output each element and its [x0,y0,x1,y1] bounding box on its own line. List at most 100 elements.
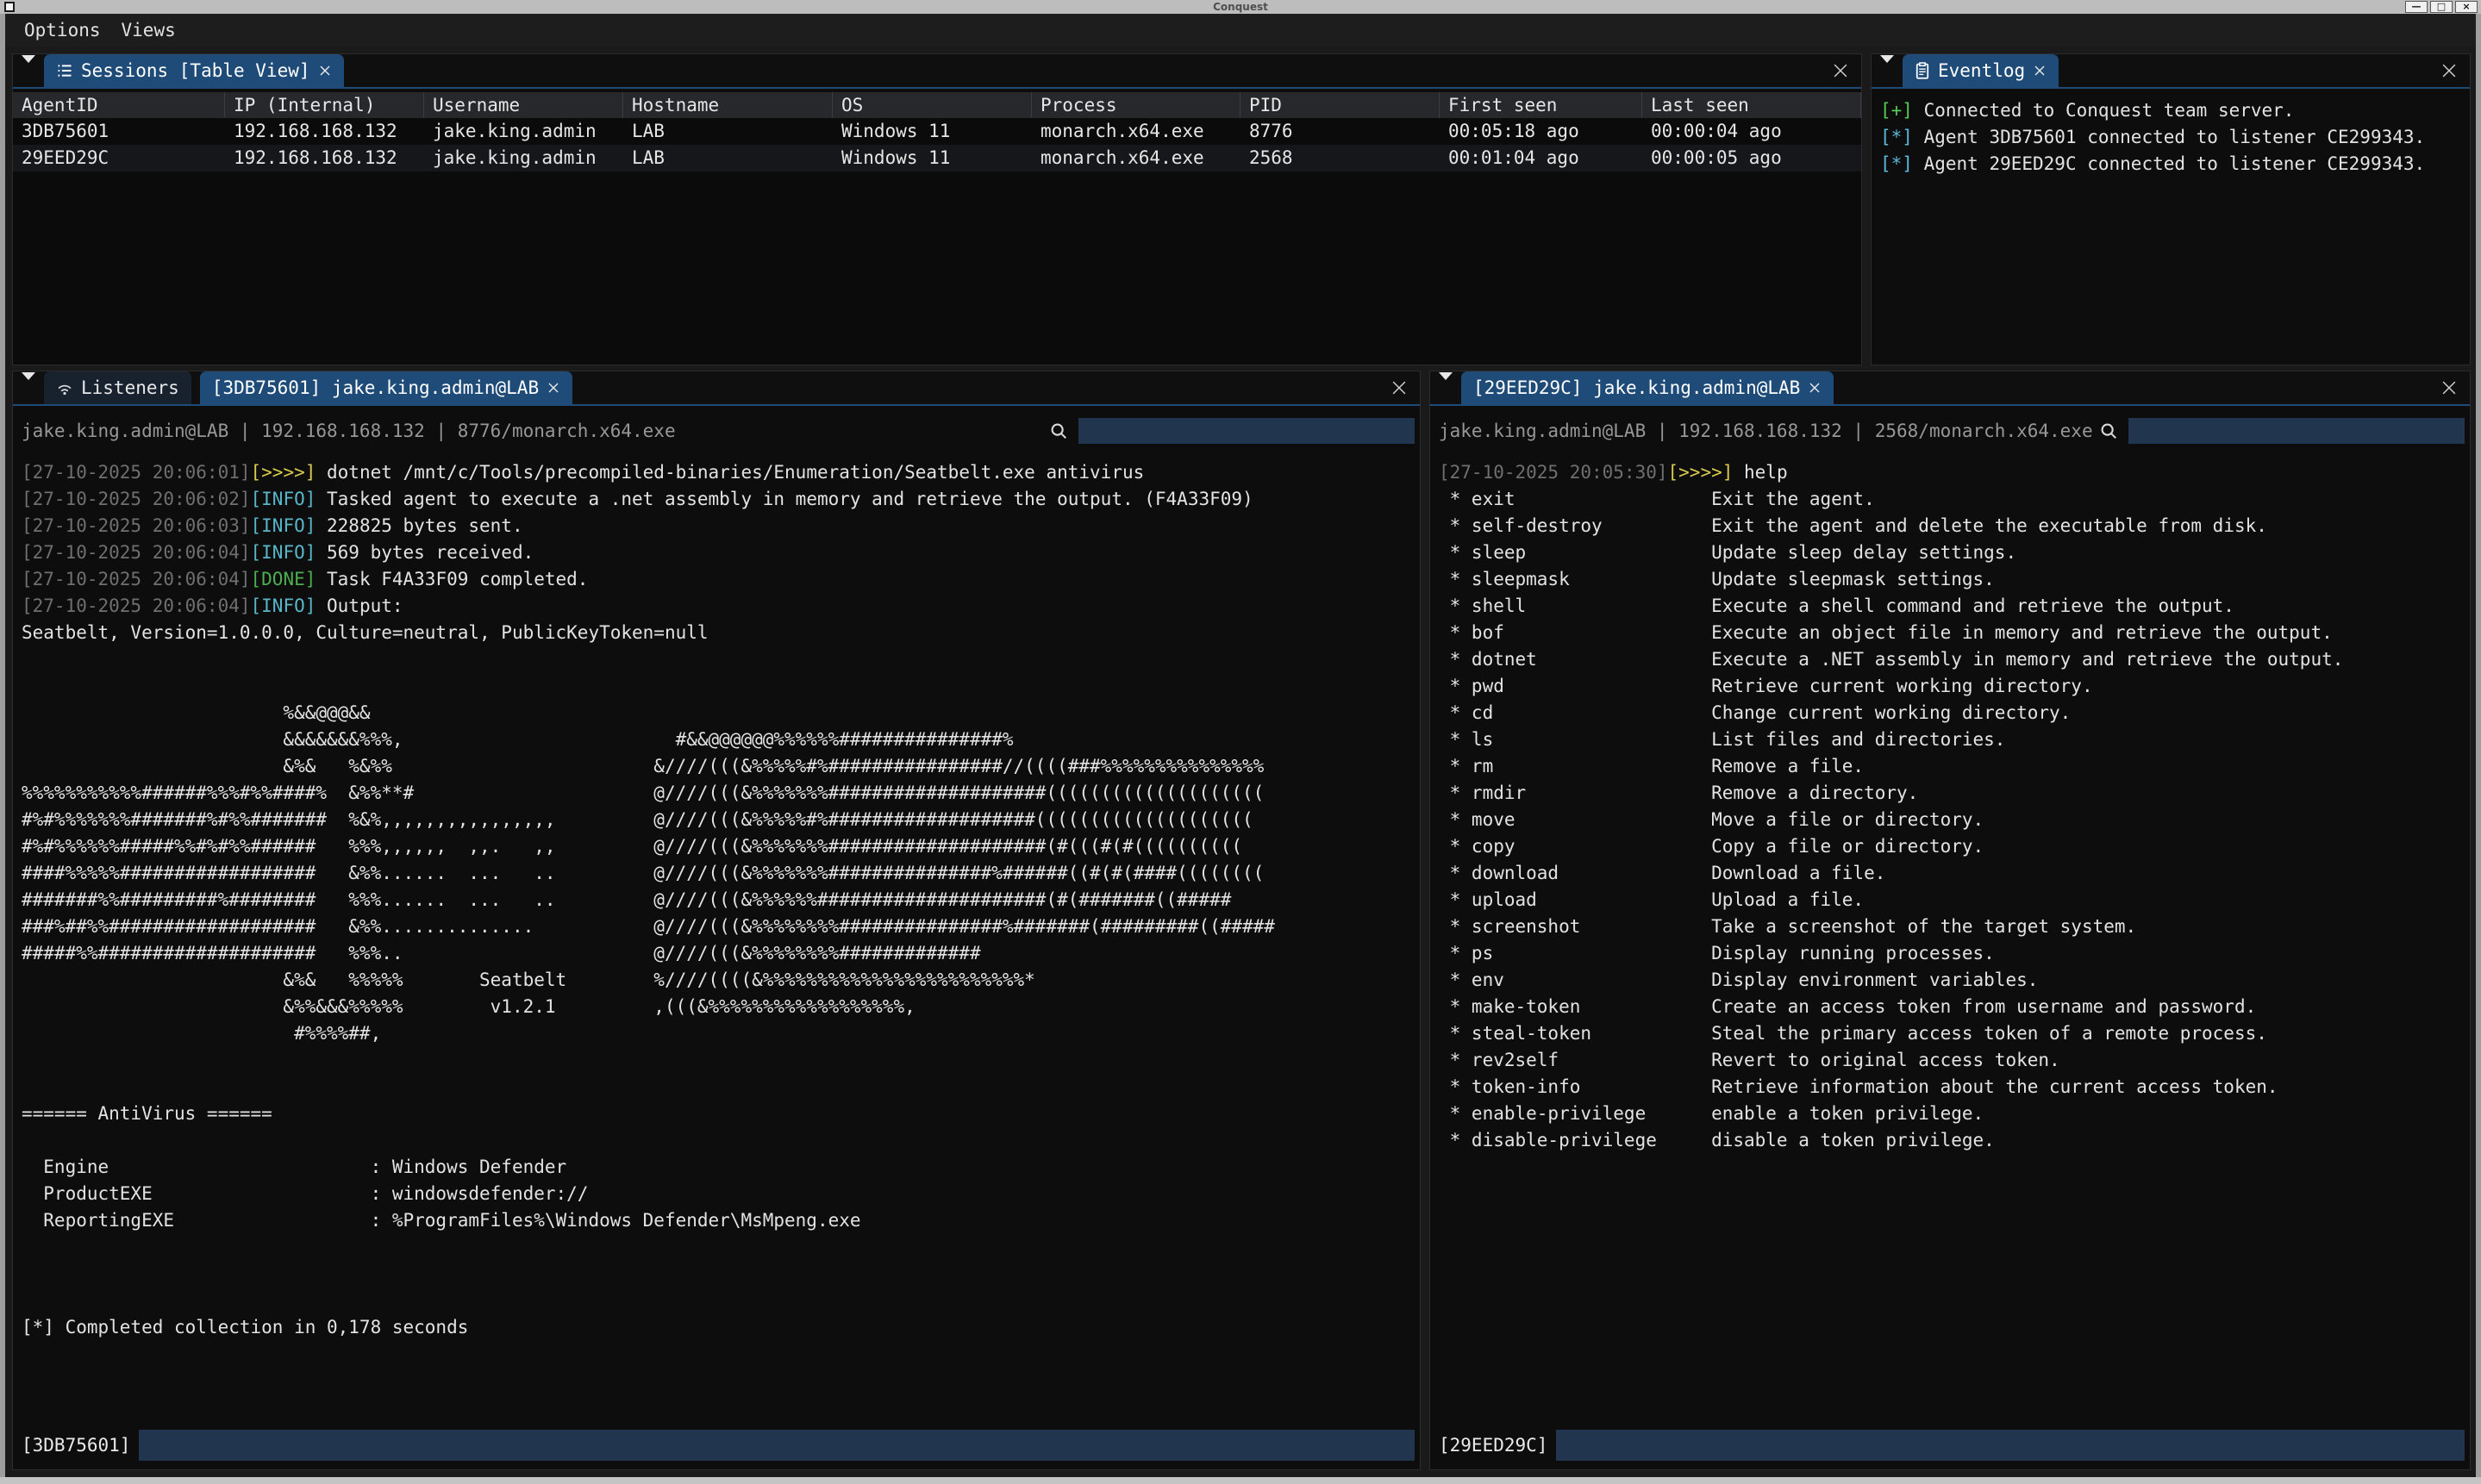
tab-sessions-table-view[interactable]: Sessions [Table View] [44,54,344,87]
table-cell: Windows 11 [833,118,1032,145]
table-row[interactable]: 3DB75601192.168.168.132jake.king.adminLA… [13,118,1861,145]
console-right-tabbar: [29EED29C] jake.king.admin@LAB [1430,371,2470,406]
table-cell: monarch.x64.exe [1032,118,1240,145]
panel-close-button[interactable] [2440,371,2458,404]
terminal-line [22,1074,1420,1101]
terminal-line: ReportingEXE : %ProgramFiles%\Windows De… [22,1207,1420,1234]
tab-agent-29eed29c[interactable]: [29EED29C] jake.king.admin@LAB [1461,371,1834,404]
table-header-cell[interactable]: Hostname [623,92,833,118]
panel-dropdown-button[interactable] [13,371,44,404]
prompt-label: [29EED29C] [1439,1435,1547,1456]
panel-close-button[interactable] [1390,371,1408,404]
prompt-label: [3DB75601] [22,1435,130,1456]
table-row[interactable]: 29EED29C192.168.168.132jake.king.adminLA… [13,145,1861,171]
panel-dropdown-button[interactable] [1872,54,1903,87]
terminal-line: ====== AntiVirus ====== [22,1101,1420,1127]
table-cell: 29EED29C [13,145,225,171]
terminal-line [22,1288,1420,1314]
table-cell: jake.king.admin [424,145,623,171]
tab-close-icon[interactable] [547,381,560,395]
command-input-row: [3DB75601] [13,1426,1420,1464]
terminal-line: * download Download a file. [1439,860,2470,887]
menu-item-options[interactable]: Options [24,20,101,41]
terminal-line: * sleep Update sleep delay settings. [1439,539,2470,566]
terminal-line: #######%%#########%######## %%%...... ..… [22,887,1420,913]
sessions-panel: Sessions [Table View] AgentIDIP (Interna… [12,53,1862,365]
window-border-left [0,14,5,1484]
panel-dropdown-button[interactable] [13,54,44,87]
search-input[interactable] [1078,418,1415,444]
table-header-cell[interactable]: First seen [1440,92,1642,118]
tab-listeners[interactable]: Listeners [44,371,191,404]
terminal-line: &&&&&&&%%%, #&&@@@@@@%%%%%%#############… [22,726,1420,753]
table-header-cell[interactable]: Last seen [1642,92,1861,118]
terminal-line: * enable-privilege enable a token privil… [1439,1101,2470,1127]
search-input[interactable] [2128,418,2465,444]
table-header-cell[interactable]: PID [1240,92,1440,118]
terminal-line: ###%##%%################### &%%.........… [22,913,1420,940]
command-input-row: [29EED29C] [1430,1426,2470,1464]
table-cell: LAB [623,118,833,145]
terminal-line: * upload Upload a file. [1439,887,2470,913]
table-header-cell[interactable]: OS [833,92,1032,118]
terminal-output[interactable]: [27-10-2025 20:06:01][>>>>] dotnet /mnt/… [13,452,1420,1412]
terminal-line [22,673,1420,700]
search-icon[interactable] [1049,421,1068,440]
menubar: Options Views [5,14,2476,47]
terminal-line: [27-10-2025 20:06:04][DONE] Task F4A33F0… [22,566,1420,593]
terminal-output[interactable]: [27-10-2025 20:05:30][>>>>] help * exit … [1430,452,2470,1412]
sessions-table[interactable]: AgentIDIP (Internal)UsernameHostnameOSPr… [13,92,1861,365]
command-input[interactable] [1556,1430,2465,1461]
menu-item-views[interactable]: Views [122,20,176,41]
panel-close-button[interactable] [1832,54,1849,87]
terminal-line: * shell Execute a shell command and retr… [1439,593,2470,620]
table-cell: 00:05:18 ago [1440,118,1642,145]
terminal-line: * steal-token Steal the primary access t… [1439,1020,2470,1047]
terminal-line: [27-10-2025 20:06:02][INFO] Tasked agent… [22,486,1420,513]
terminal-line: * ps Display running processes. [1439,940,2470,967]
terminal-line: &%& %&%% &////(((&%%%%%#%###############… [22,753,1420,780]
terminal-line [22,1234,1420,1261]
tab-close-icon[interactable] [1808,381,1822,395]
terminal-line: [*] Completed collection in 0,178 second… [22,1314,1420,1341]
command-input[interactable] [139,1430,1415,1461]
table-header-cell[interactable]: AgentID [13,92,225,118]
console-left-tabbar: Listeners [3DB75601] jake.king.admin@LAB [13,371,1420,406]
panel-close-button[interactable] [2440,54,2458,87]
table-header-cell[interactable]: Username [424,92,623,118]
terminal-line: * disable-privilege disable a token priv… [1439,1127,2470,1154]
eventlog-line: [*] Agent 3DB75601 connected to listener… [1880,124,2470,151]
table-header-cell[interactable]: IP (Internal) [225,92,424,118]
terminal-line [22,1047,1420,1074]
close-icon [2440,62,2458,79]
table-cell: LAB [623,145,833,171]
terminal-line: * sleepmask Update sleepmask settings. [1439,566,2470,593]
terminal-line: * rmdir Remove a directory. [1439,780,2470,807]
tab-close-icon[interactable] [2033,64,2047,78]
tab-agent-3db75601[interactable]: [3DB75601] jake.king.admin@LAB [200,371,572,404]
close-icon [2440,379,2458,396]
tab-label: Sessions [Table View] [81,60,310,81]
minimize-button[interactable]: — [2405,1,2428,13]
terminal-line: * dotnet Execute a .NET assembly in memo… [1439,646,2470,673]
table-cell: 3DB75601 [13,118,225,145]
panel-dropdown-button[interactable] [1430,371,1461,404]
close-button[interactable]: × [2455,1,2478,13]
terminal-line: * rm Remove a file. [1439,753,2470,780]
dropdown-icon [22,63,35,79]
terminal-line: [27-10-2025 20:06:03][INFO] 228825 bytes… [22,513,1420,539]
table-cell: jake.king.admin [424,118,623,145]
maximize-button[interactable]: □ [2430,1,2453,13]
terminal-line: * copy Copy a file or directory. [1439,833,2470,860]
search-icon[interactable] [2099,421,2118,440]
eventlog-panel: Eventlog [+] Connected to Conquest team … [1871,53,2471,365]
table-cell: 00:01:04 ago [1440,145,1642,171]
terminal-line: * rev2self Revert to original access tok… [1439,1047,2470,1074]
terminal-line: [27-10-2025 20:06:01][>>>>] dotnet /mnt/… [22,459,1420,486]
terminal-line: * cd Change current working directory. [1439,700,2470,726]
eventlog-output[interactable]: [+] Connected to Conquest team server.[*… [1872,92,2470,365]
table-header-cell[interactable]: Process [1032,92,1240,118]
tab-eventlog[interactable]: Eventlog [1903,54,2059,87]
eventlog-line: [*] Agent 29EED29C connected to listener… [1880,151,2470,178]
tab-close-icon[interactable] [318,64,332,78]
